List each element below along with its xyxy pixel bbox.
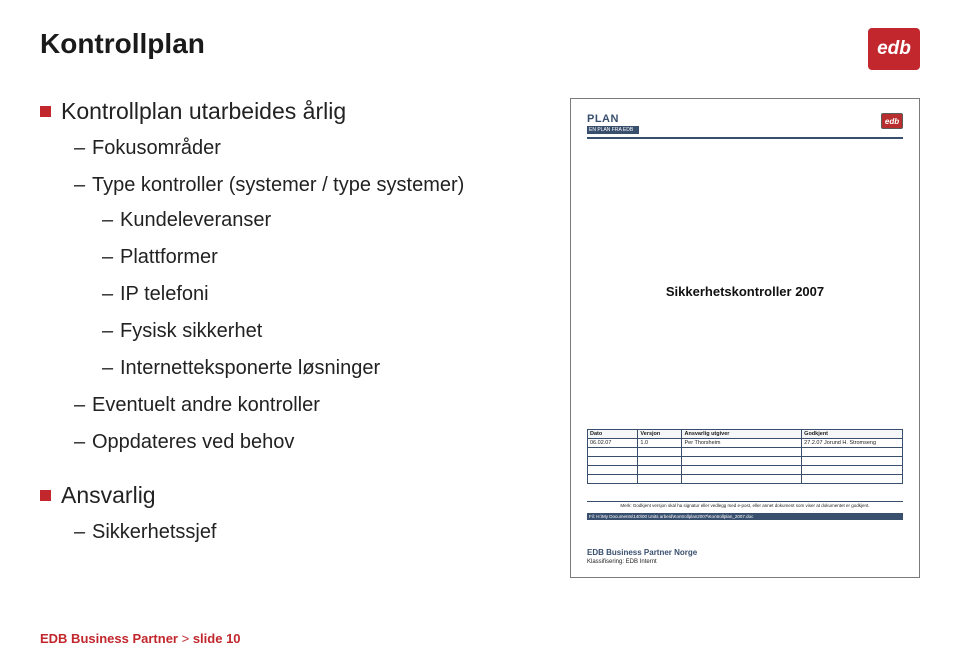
bullet-column: Kontrollplan utarbeides årlig Fokusområd…	[40, 98, 480, 578]
subsub-ip-telefoni: IP telefoni	[102, 283, 480, 306]
doc-note: Merk: Godkjent versjon skal ha signatur …	[587, 501, 903, 508]
slide: Kontrollplan edb Kontrollplan utarbeides…	[0, 0, 960, 664]
td-godkjent: 27.2.07 Jorund H. Stromseng	[802, 439, 903, 448]
document-preview: PLAN EN PLAN FRA EDB edb Sikkerhetskontr…	[570, 98, 920, 578]
top-bullet-1: Kontrollplan utarbeides årlig Fokusområd…	[40, 98, 480, 454]
footer-slide-number: slide 10	[193, 631, 241, 646]
bullet-text: Ansvarlig	[61, 482, 156, 509]
slide-footer: EDB Business Partner > slide 10	[40, 631, 241, 646]
document-preview-column: PLAN EN PLAN FRA EDB edb Sikkerhetskontr…	[508, 98, 920, 578]
subsub-internetteksponerte: Internetteksponerte løsninger	[102, 357, 480, 380]
doc-header: PLAN EN PLAN FRA EDB edb	[587, 113, 903, 139]
footer-separator: >	[178, 631, 193, 646]
doc-plan-sub: EN PLAN FRA EDB	[587, 126, 639, 134]
table-row	[588, 448, 903, 457]
th-versjon: Versjon	[638, 430, 682, 439]
subsub-plattformer: Plattformer	[102, 246, 480, 269]
td-ansvarlig: Per Thorsheim	[682, 439, 802, 448]
subsub-kundeleveranser: Kundeleveranser	[102, 209, 480, 232]
sub-sikkerhetssjef: Sikkerhetssjef	[74, 521, 480, 544]
doc-header-left: PLAN EN PLAN FRA EDB	[587, 113, 639, 134]
edb-logo: edb	[868, 28, 920, 70]
table-row	[588, 466, 903, 475]
doc-title: Sikkerhetskontroller 2007	[571, 284, 919, 299]
doc-edb-logo-text: edb	[885, 117, 899, 126]
th-godkjent: Godkjent	[802, 430, 903, 439]
table-row	[588, 475, 903, 484]
slide-header: Kontrollplan edb	[40, 28, 920, 70]
edb-logo-text: edb	[877, 38, 911, 60]
sub-fokus: Fokusområder	[74, 137, 480, 160]
bullet-text: Kontrollplan utarbeides årlig	[61, 98, 346, 125]
bullet-icon	[40, 106, 51, 117]
top-bullet-2: Ansvarlig Sikkerhetssjef	[40, 482, 480, 544]
subsub-fysisk-sikkerhet: Fysisk sikkerhet	[102, 320, 480, 343]
table-row: 06.02.07 1.0 Per Thorsheim 27.2.07 Jorun…	[588, 439, 903, 448]
doc-classification: Klassifisering: EDB Internt	[587, 559, 697, 565]
th-dato: Dato	[588, 430, 638, 439]
td-dato: 06.02.07	[588, 439, 638, 448]
bullet-icon	[40, 490, 51, 501]
doc-company: EDB Business Partner Norge	[587, 548, 697, 557]
doc-footer: EDB Business Partner Norge Klassifiserin…	[587, 548, 697, 565]
table-row	[588, 457, 903, 466]
slide-title: Kontrollplan	[40, 28, 205, 60]
th-ansvarlig: Ansvarlig utgiver	[682, 430, 802, 439]
td-versjon: 1.0	[638, 439, 682, 448]
doc-file-path: Fil: H:\My Documents\140\00 Units arbeid…	[587, 513, 903, 520]
doc-version-table: Dato Versjon Ansvarlig utgiver Godkjent …	[587, 429, 903, 484]
sub-oppdateres: Oppdateres ved behov	[74, 431, 480, 454]
content-row: Kontrollplan utarbeides årlig Fokusområd…	[40, 98, 920, 578]
sub-eventuelt: Eventuelt andre kontroller	[74, 394, 480, 417]
doc-plan-label: PLAN	[587, 113, 639, 125]
table-header-row: Dato Versjon Ansvarlig utgiver Godkjent	[588, 430, 903, 439]
footer-company: EDB Business Partner	[40, 631, 178, 646]
doc-edb-logo: edb	[881, 113, 903, 129]
sub-type-kontroller: Type kontroller (systemer / type systeme…	[74, 174, 480, 380]
